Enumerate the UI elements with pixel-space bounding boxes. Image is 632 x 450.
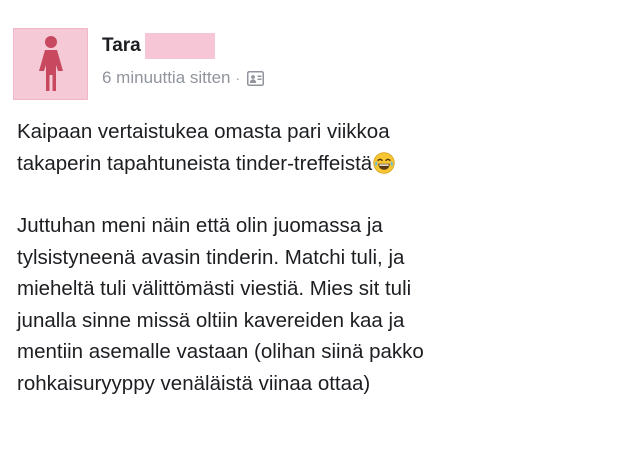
post-body: Kaipaan vertaistukea omasta pari viikkoa…: [17, 116, 617, 399]
author-row: Tara: [102, 33, 264, 59]
text-line: tylsistyneenä avasin tinderin. Matchi tu…: [17, 245, 405, 269]
text-line: Kaipaan vertaistukea omasta pari viikkoa: [17, 116, 617, 148]
text-line-content: Kaipaan vertaistukea omasta pari viikkoa: [17, 120, 390, 143]
avatar[interactable]: [13, 28, 88, 100]
separator-dot: ·: [235, 70, 241, 86]
text-line: mentiin asemalle vastaan (olihan siinä p…: [17, 340, 424, 363]
friends-audience-icon[interactable]: [247, 70, 265, 86]
post-paragraph-2: Juttuhan meni näin että olin juomassa ja…: [17, 210, 617, 399]
text-line: junalla sinne missä oltiin kavereiden ka…: [17, 308, 405, 332]
time-row: 6 minuuttia sitten ·: [102, 68, 265, 88]
text-line: takaperin tapahtuneista tinder-treffeist…: [17, 148, 617, 180]
post: Tara 6 minuuttia sitten · Kaipaan vertai…: [0, 0, 632, 450]
text-line-content: takaperin tapahtuneista tinder-treffeist…: [17, 151, 373, 175]
text-line: mieheltä tuli välittömästi viestiä. Mies…: [17, 277, 412, 300]
text-line: rohkaisuryyppy venäläistä viinaa ottaa): [17, 371, 371, 395]
post-paragraph-1: Kaipaan vertaistukea omasta pari viikkoa…: [17, 116, 617, 179]
female-silhouette-icon: [38, 36, 63, 91]
laughing-tears-emoji-icon: [373, 151, 395, 174]
post-meta: Tara 6 minuuttia sitten ·: [102, 28, 265, 88]
text-line: Juttuhan meni näin että olin juomassa ja: [17, 214, 383, 237]
post-timestamp[interactable]: 6 minuuttia sitten: [102, 68, 231, 88]
author-name[interactable]: Tara: [102, 35, 141, 57]
post-header: Tara 6 minuuttia sitten ·: [13, 28, 265, 100]
name-redaction: [144, 33, 215, 59]
